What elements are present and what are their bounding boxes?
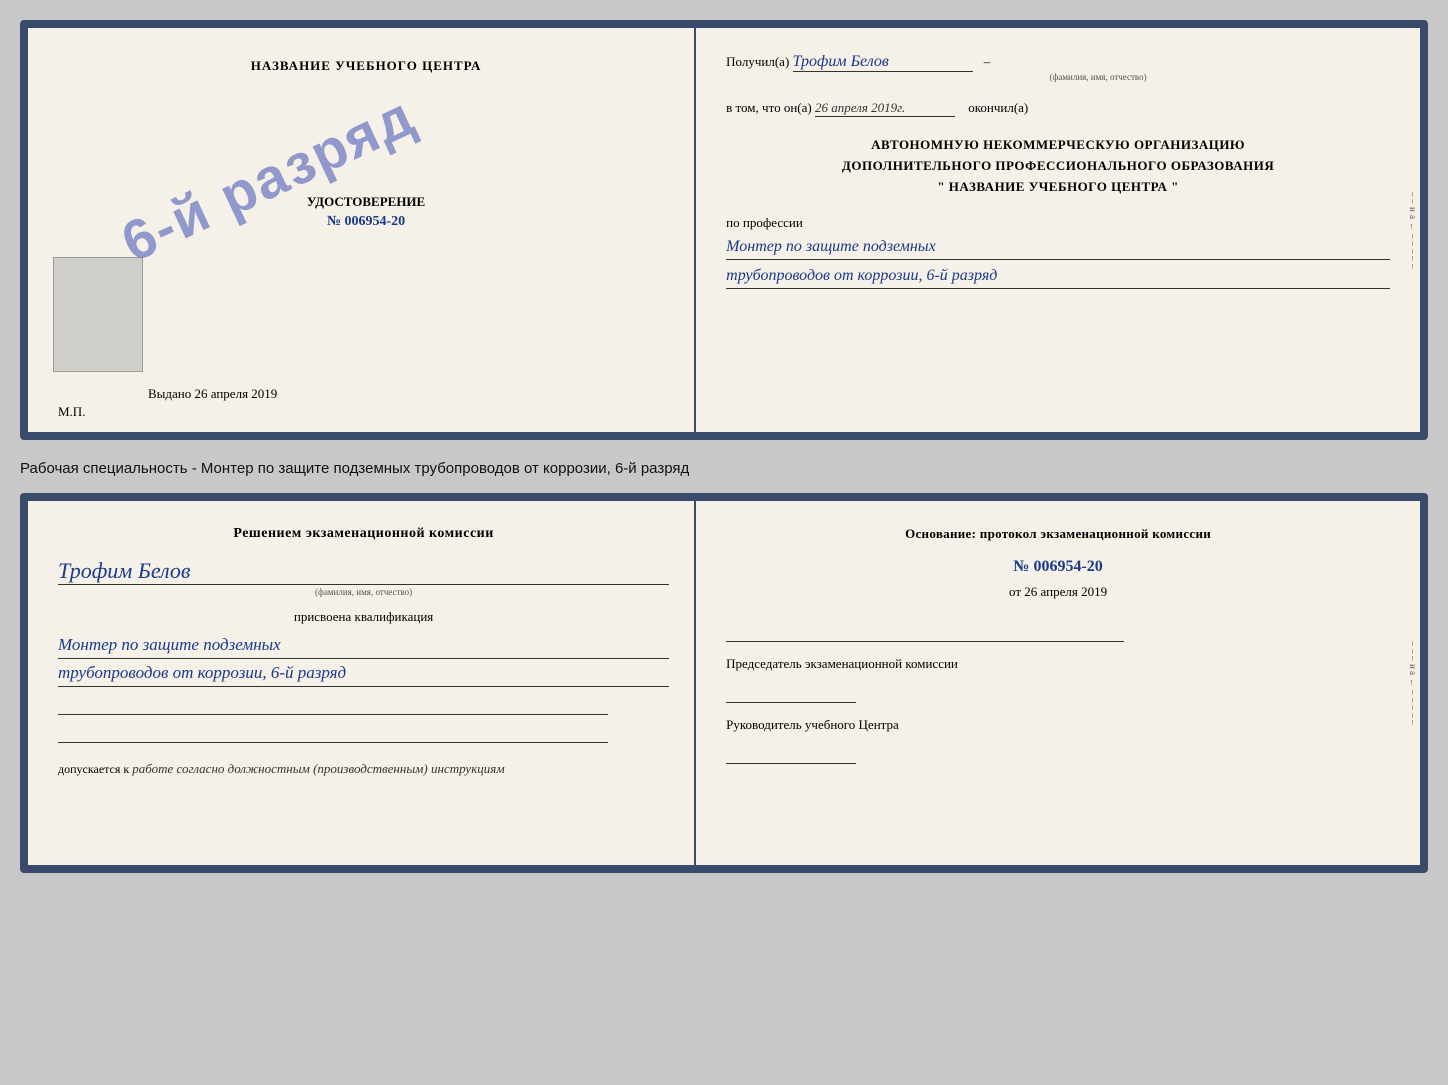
bottom-cert-left: Решением экзаменационной комиссии Трофим… bbox=[28, 501, 696, 865]
predsedatel-signature-line bbox=[726, 681, 856, 703]
vydano-label: Выдано bbox=[148, 386, 191, 401]
person-name-top: Трофим Белов bbox=[793, 53, 973, 72]
osnovanie-label: Основание: протокол экзаменационной коми… bbox=[726, 526, 1390, 542]
org-name: НАЗВАНИЕ УЧЕБНОГО ЦЕНТРА bbox=[949, 179, 1168, 194]
org-quote1: " bbox=[937, 179, 945, 194]
bottom-cert-right: Основание: протокол экзаменационной коми… bbox=[696, 501, 1420, 865]
top-cert-left: НАЗВАНИЕ УЧЕБНОГО ЦЕНТРА 6-й разряд УДОС… bbox=[28, 28, 696, 432]
org-line2: ДОПОЛНИТЕЛЬНОГО ПРОФЕССИОНАЛЬНОГО ОБРАЗО… bbox=[726, 156, 1390, 177]
side-marks-top: – – и а ← – – – – – bbox=[1402, 28, 1420, 432]
profession-line2: трубопроводов от коррозии, 6-й разряд bbox=[726, 264, 1390, 289]
qual-line2: трубопроводов от коррозии, 6-й разряд bbox=[58, 659, 669, 687]
resheniem-title: Решением экзаменационной комиссии bbox=[58, 526, 669, 542]
dash-line bbox=[726, 624, 1124, 642]
org-block: АВТОНОМНУЮ НЕКОММЕРЧЕСКУЮ ОРГАНИЗАЦИЮ ДО… bbox=[726, 135, 1390, 197]
profession-line1: Монтер по защите подземных bbox=[726, 235, 1390, 260]
ot-label: от bbox=[1009, 584, 1021, 599]
vydano-date: 26 апреля 2019 bbox=[195, 386, 278, 401]
ot-date-value: 26 апреля 2019 bbox=[1024, 584, 1107, 599]
person-name-bottom: Трофим Белов bbox=[58, 558, 669, 585]
stamp-text: 6-й разряд bbox=[111, 82, 424, 274]
fio-hint-top: (фамилия, имя, отчество) bbox=[806, 72, 1390, 82]
org-name-line: " НАЗВАНИЕ УЧЕБНОГО ЦЕНТРА " bbox=[726, 177, 1390, 198]
specialty-text: Рабочая специальность - Монтер по защите… bbox=[20, 452, 1428, 481]
date-value: 26 апреля 2019г. bbox=[815, 100, 955, 117]
dopusk-label: допускается к bbox=[58, 762, 129, 776]
po-professii-label: по профессии bbox=[726, 215, 1390, 231]
rukovoditel-label: Руководитель учебного Центра bbox=[726, 715, 1390, 736]
blank-line-2 bbox=[58, 721, 608, 743]
poluchil-line: Получил(а) Трофим Белов – (фамилия, имя,… bbox=[726, 53, 1390, 82]
bottom-certificate: Решением экзаменационной комиссии Трофим… bbox=[20, 493, 1428, 873]
page-wrapper: НАЗВАНИЕ УЧЕБНОГО ЦЕНТРА 6-й разряд УДОС… bbox=[20, 20, 1428, 873]
protocol-number: № 006954-20 bbox=[726, 558, 1390, 576]
vydano-block: Выдано 26 апреля 2019 bbox=[148, 386, 277, 402]
prisvoena-label: присвоена квалификация bbox=[58, 609, 669, 625]
predsedatel-block: Председатель экзаменационной комиссии bbox=[726, 654, 1390, 703]
org-quote2: " bbox=[1171, 179, 1179, 194]
ot-date: от 26 апреля 2019 bbox=[726, 584, 1390, 600]
top-certificate: НАЗВАНИЕ УЧЕБНОГО ЦЕНТРА 6-й разряд УДОС… bbox=[20, 20, 1428, 440]
blank-line-1 bbox=[58, 693, 608, 715]
fio-hint-bottom: (фамилия, имя, отчество) bbox=[58, 587, 669, 597]
poluchil-label: Получил(а) bbox=[726, 54, 789, 69]
vtom-line: в том, что он(а) 26 апреля 2019г. окончи… bbox=[726, 100, 1390, 117]
side-marks-bottom: – – – и а ← – – – – – bbox=[1402, 501, 1420, 865]
predsedatel-label: Председатель экзаменационной комиссии bbox=[726, 654, 1390, 675]
okonchil-label: окончил(а) bbox=[968, 100, 1028, 115]
top-cert-right: Получил(а) Трофим Белов – (фамилия, имя,… bbox=[696, 28, 1420, 432]
qual-line1: Монтер по защите подземных bbox=[58, 631, 669, 659]
rukovoditel-block: Руководитель учебного Центра bbox=[726, 715, 1390, 764]
vtom-label: в том, что он(а) bbox=[726, 100, 812, 115]
mp-label: М.П. bbox=[58, 404, 85, 420]
photo-placeholder bbox=[53, 257, 143, 372]
dopusk-block: допускается к работе согласно должностны… bbox=[58, 761, 669, 777]
rukovoditel-signature-line bbox=[726, 742, 856, 764]
org-line1: АВТОНОМНУЮ НЕКОММЕРЧЕСКУЮ ОРГАНИЗАЦИЮ bbox=[726, 135, 1390, 156]
dopusk-text: работе согласно должностным (производств… bbox=[132, 761, 504, 776]
